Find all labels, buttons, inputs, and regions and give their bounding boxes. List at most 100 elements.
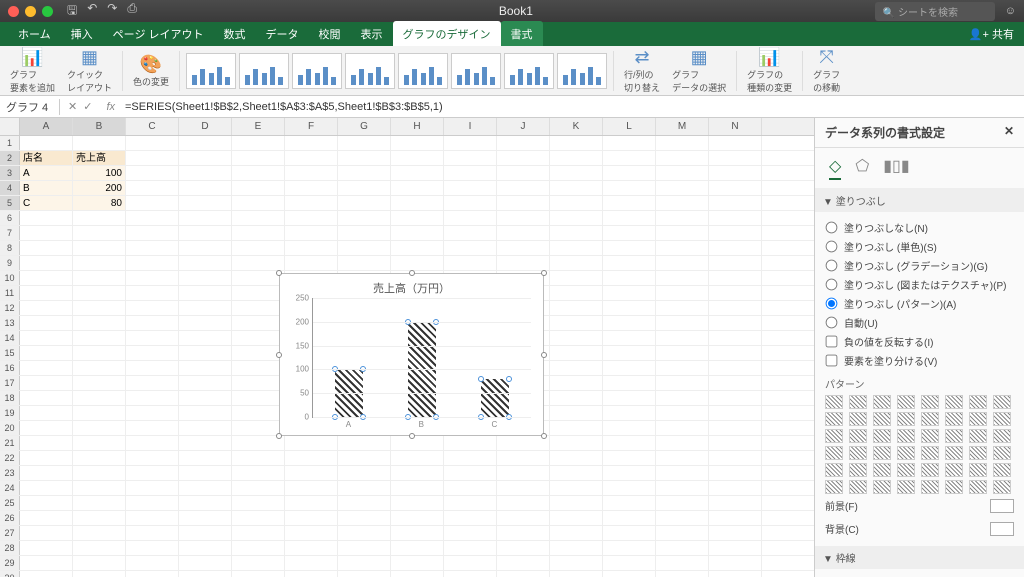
border-section-header[interactable]: ▼ 枠線 [815, 546, 1024, 569]
fill-solid-radio[interactable]: 塗りつぶし (単色)(S) [825, 237, 1014, 256]
pattern-swatch[interactable] [873, 463, 891, 477]
pattern-swatch[interactable] [897, 429, 915, 443]
pattern-swatch[interactable] [969, 446, 987, 460]
tab-review[interactable]: 校閲 [309, 21, 351, 46]
enter-icon[interactable]: ✓ [83, 100, 92, 113]
add-chart-element-button[interactable]: 📊グラフ 要素を追加 [6, 47, 59, 94]
col-header[interactable]: G [338, 118, 391, 135]
color-chip[interactable] [990, 522, 1014, 536]
series-options-icon[interactable]: ▮▯▮ [883, 156, 909, 180]
pattern-swatch[interactable] [993, 480, 1011, 494]
col-header[interactable]: D [179, 118, 232, 135]
pattern-swatch[interactable] [993, 446, 1011, 460]
pattern-swatch[interactable] [849, 463, 867, 477]
chart-style-thumb[interactable] [398, 53, 448, 89]
formula-input[interactable]: =SERIES(Sheet1!$B$2,Sheet1!$A$3:$A$5,She… [121, 101, 1024, 113]
pattern-swatch[interactable] [897, 446, 915, 460]
fill-gradient-radio[interactable]: 塗りつぶし (グラデーション)(G) [825, 256, 1014, 275]
pattern-swatch[interactable] [873, 412, 891, 426]
pattern-swatch[interactable] [993, 463, 1011, 477]
pattern-swatch[interactable] [945, 429, 963, 443]
fill-pattern-radio[interactable]: 塗りつぶし (パターン)(A) [825, 294, 1014, 313]
close-icon[interactable] [8, 6, 19, 17]
pattern-swatch[interactable] [825, 412, 843, 426]
minimize-icon[interactable] [25, 6, 36, 17]
pattern-picker[interactable] [825, 395, 1014, 494]
worksheet[interactable]: A B C D E F G H I J K L M N 12店名売上高（万円）3… [0, 118, 814, 577]
pattern-swatch[interactable] [921, 463, 939, 477]
tab-format[interactable]: 書式 [501, 21, 543, 46]
color-chip[interactable] [990, 499, 1014, 513]
redo-icon[interactable]: ↷ [107, 1, 117, 22]
chart-style-thumb[interactable] [292, 53, 342, 89]
pattern-swatch[interactable] [945, 395, 963, 409]
col-header[interactable]: M [656, 118, 709, 135]
pattern-swatch[interactable] [945, 480, 963, 494]
col-header[interactable]: K [550, 118, 603, 135]
pattern-swatch[interactable] [897, 395, 915, 409]
chart-style-thumb[interactable] [451, 53, 501, 89]
cancel-icon[interactable]: ✕ [68, 100, 77, 113]
effects-icon[interactable]: ⬠ [855, 156, 869, 180]
col-header[interactable]: E [232, 118, 285, 135]
tab-home[interactable]: ホーム [8, 21, 61, 46]
name-box[interactable]: グラフ 4 [0, 99, 60, 115]
pattern-swatch[interactable] [873, 480, 891, 494]
col-header[interactable]: I [444, 118, 497, 135]
pattern-swatch[interactable] [873, 395, 891, 409]
pattern-swatch[interactable] [825, 395, 843, 409]
chart-style-thumb[interactable] [557, 53, 607, 89]
chart-object[interactable]: 売上高（万円） 050100150200250 ABC [279, 273, 544, 436]
col-header[interactable]: J [497, 118, 550, 135]
pattern-swatch[interactable] [849, 480, 867, 494]
fx-icon[interactable]: fx [100, 101, 121, 113]
pattern-swatch[interactable] [921, 480, 939, 494]
pattern-swatch[interactable] [945, 446, 963, 460]
fill-auto-radio[interactable]: 自動(U) [825, 313, 1014, 332]
move-chart-button[interactable]: ⤧グラフ の移動 [809, 47, 844, 94]
fill-section-header[interactable]: ▼ 塗りつぶし [815, 189, 1024, 212]
select-data-button[interactable]: ▦グラフ データの選択 [668, 47, 730, 94]
pattern-swatch[interactable] [945, 412, 963, 426]
pattern-swatch[interactable] [897, 480, 915, 494]
tab-view[interactable]: 表示 [351, 21, 393, 46]
feedback-icon[interactable]: ☺ [1005, 5, 1016, 17]
pattern-swatch[interactable] [921, 395, 939, 409]
pattern-swatch[interactable] [969, 429, 987, 443]
pattern-swatch[interactable] [945, 463, 963, 477]
change-chart-type-button[interactable]: 📊グラフの 種類の変更 [743, 47, 796, 94]
foreground-color-row[interactable]: 前景(F) [825, 494, 1014, 517]
switch-row-col-button[interactable]: ⇄行/列の 切り替え [620, 47, 664, 94]
pattern-swatch[interactable] [849, 446, 867, 460]
col-header[interactable]: N [709, 118, 762, 135]
pattern-swatch[interactable] [969, 395, 987, 409]
pattern-swatch[interactable] [921, 412, 939, 426]
pattern-swatch[interactable] [825, 463, 843, 477]
pattern-swatch[interactable] [849, 429, 867, 443]
quick-layout-button[interactable]: ▦クイック レイアウト [63, 47, 116, 94]
tab-data[interactable]: データ [256, 21, 309, 46]
pattern-swatch[interactable] [921, 429, 939, 443]
close-pane-icon[interactable]: ✕ [1004, 124, 1014, 141]
pattern-swatch[interactable] [849, 412, 867, 426]
share-button[interactable]: 👤+ 共有 [959, 22, 1024, 46]
background-color-row[interactable]: 背景(C) [825, 517, 1014, 540]
tab-insert[interactable]: 挿入 [61, 21, 103, 46]
chart-style-thumb[interactable] [345, 53, 395, 89]
tab-formulas[interactable]: 数式 [214, 21, 256, 46]
pattern-swatch[interactable] [969, 463, 987, 477]
pattern-swatch[interactable] [993, 412, 1011, 426]
pattern-swatch[interactable] [825, 446, 843, 460]
vary-colors-check[interactable]: 要素を塗り分ける(V) [825, 351, 1014, 370]
col-header[interactable]: F [285, 118, 338, 135]
save-icon[interactable]: 🖫 [67, 1, 77, 22]
invert-negative-check[interactable]: 負の値を反転する(I) [825, 332, 1014, 351]
chart-style-thumb[interactable] [239, 53, 289, 89]
pattern-swatch[interactable] [993, 395, 1011, 409]
col-header[interactable]: A [20, 118, 73, 135]
select-all-corner[interactable] [0, 118, 20, 135]
fill-picture-radio[interactable]: 塗りつぶし (図またはテクスチャ)(P) [825, 275, 1014, 294]
tab-page-layout[interactable]: ページ レイアウト [103, 21, 214, 46]
fill-line-icon[interactable]: ◇ [829, 156, 841, 180]
print-icon[interactable]: ⎙ [127, 1, 137, 22]
